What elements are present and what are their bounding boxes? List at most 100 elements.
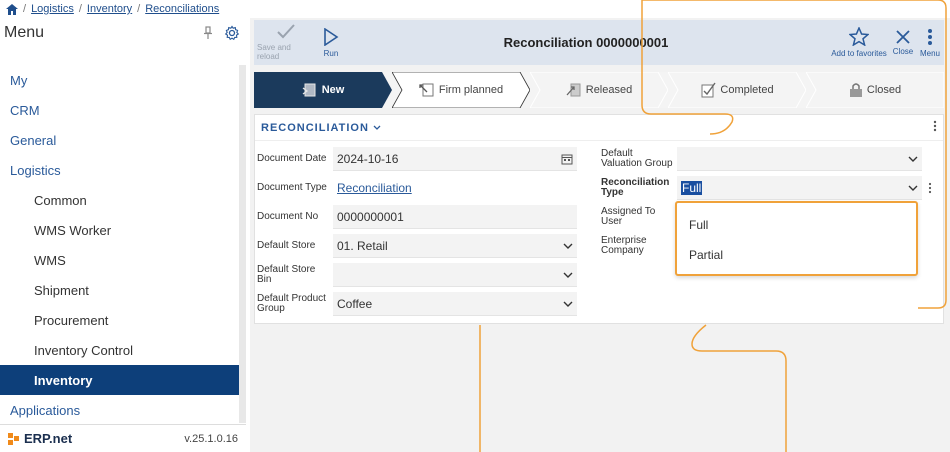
field-value: 0000000001 — [337, 209, 404, 224]
sidebar-item-crm[interactable]: CRM — [0, 95, 239, 125]
breadcrumb-reconciliations[interactable]: Reconciliations — [145, 3, 219, 15]
field-label: Default Valuation Group — [601, 149, 673, 169]
run-button[interactable]: Run — [318, 20, 344, 65]
add-to-favorites-button[interactable]: Add to favorites — [828, 20, 890, 65]
field-label-line2: Bin — [257, 274, 272, 285]
step-firm-planned[interactable]: Firm planned — [392, 72, 530, 108]
document-date-input[interactable]: 2024-10-16 — [333, 147, 577, 171]
menu-header: Menu — [0, 18, 246, 48]
step-label: Closed — [866, 84, 902, 96]
reconciliation-type-field: Reconciliation Type Full — [601, 176, 936, 200]
field-label: Default Store Bin — [257, 265, 315, 285]
field-label: Reconciliation Type — [601, 178, 669, 198]
sidebar-item-inventory-control[interactable]: Inventory Control — [0, 335, 239, 365]
field-label: Document Date — [257, 153, 327, 164]
default-store-bin-select[interactable] — [333, 263, 577, 287]
menu-title: Menu — [4, 24, 45, 41]
gear-icon[interactable] — [222, 23, 242, 43]
menu-button[interactable]: Menu — [916, 20, 944, 65]
logo-text: ERP.net — [24, 431, 73, 446]
sidebar-item-logistics[interactable]: Logistics — [0, 155, 239, 185]
enterprise-company-field: Enterprise Company — [601, 234, 681, 258]
sidebar-item-inventory[interactable]: Inventory — [0, 365, 239, 395]
panel-header[interactable]: RECONCILIATION — [255, 115, 943, 141]
sidebar-scrollbar[interactable] — [239, 65, 246, 423]
field-value: 2024-10-16 — [337, 151, 399, 166]
chevron-down-icon — [908, 185, 918, 191]
close-button[interactable]: Close — [890, 20, 916, 65]
field-value: Reconciliation — [337, 181, 412, 195]
default-valuation-group-field: Default Valuation Group — [601, 147, 922, 171]
erp-logo: ERP.net — [8, 431, 72, 446]
sidebar-item-my[interactable]: My — [0, 65, 239, 95]
chevron-down-icon[interactable] — [373, 122, 381, 134]
field-value: Full — [681, 180, 703, 195]
firm-planned-icon — [419, 83, 434, 97]
sidebar-footer: ERP.net v.25.1.0.16 — [0, 424, 246, 452]
default-store-bin-field: Default Store Bin — [257, 263, 577, 287]
vertical-dots-icon — [928, 28, 932, 45]
breadcrumb-logistics[interactable]: Logistics — [31, 3, 74, 15]
reconciliation-type-dropdown: Full Partial — [675, 201, 918, 276]
sidebar-item-procurement[interactable]: Procurement — [0, 305, 239, 335]
field-label-line2: Group — [257, 303, 285, 314]
default-store-field: Default Store 01. Retail — [257, 234, 577, 258]
step-released[interactable]: Released — [530, 72, 668, 108]
lock-icon — [849, 83, 862, 97]
document-type-link[interactable]: Reconciliation — [333, 176, 577, 200]
favorites-label: Add to favorites — [831, 49, 887, 58]
sidebar-item-common[interactable]: Common — [0, 185, 239, 215]
panel-menu-icon[interactable] — [933, 120, 937, 135]
breadcrumb-inventory[interactable]: Inventory — [87, 3, 132, 15]
step-label: New — [321, 84, 345, 96]
field-label: Assigned To User — [601, 207, 655, 227]
close-icon — [896, 29, 910, 44]
panel-title: RECONCILIATION — [261, 121, 369, 134]
document-no-input[interactable]: 0000000001 — [333, 205, 577, 229]
sidebar-item-wms[interactable]: WMS — [0, 245, 239, 275]
breadcrumb-separator: / — [78, 3, 82, 15]
sidebar-item-wms-worker[interactable]: WMS Worker — [0, 215, 239, 245]
field-value: 01. Retail — [337, 238, 388, 253]
field-label-line2: User — [601, 216, 623, 227]
sidebar-item-applications[interactable]: Applications — [0, 395, 239, 425]
field-label: Document Type — [257, 182, 327, 193]
step-label: Firm planned — [438, 84, 504, 96]
page-title: Reconciliation 0000000001 — [503, 35, 669, 50]
completed-icon — [701, 82, 716, 98]
default-product-group-field: Default Product Group Coffee — [257, 292, 577, 316]
field-label-line2: Type — [601, 187, 624, 198]
field-label-line2: Valuation Group — [601, 158, 673, 169]
field-menu-icon[interactable] — [928, 182, 932, 194]
step-completed[interactable]: Completed — [668, 72, 806, 108]
step-new[interactable]: New — [254, 72, 392, 108]
version-label: v.25.1.0.16 — [184, 432, 238, 445]
save-reload-button[interactable]: Save and reload — [254, 20, 318, 65]
field-label: Document No — [257, 211, 319, 222]
default-valuation-group-select[interactable] — [677, 147, 922, 171]
default-store-select[interactable]: 01. Retail — [333, 234, 577, 258]
pin-icon[interactable] — [198, 23, 218, 43]
dropdown-option-full[interactable]: Full — [677, 210, 916, 240]
document-date-field: Document Date 2024-10-16 — [257, 147, 577, 171]
document-type-field: Document Type Reconciliation — [257, 176, 577, 200]
toolbar: Save and reload Run Reconciliation 00000… — [254, 20, 944, 65]
calendar-icon[interactable] — [561, 153, 573, 165]
step-label: Released — [585, 84, 633, 96]
breadcrumb: / Logistics / Inventory / Reconciliation… — [0, 0, 250, 18]
field-label-line2: Company — [601, 245, 644, 256]
field-label: Default Product Group — [257, 294, 326, 314]
sidebar-item-general[interactable]: General — [0, 125, 239, 155]
star-icon — [849, 27, 869, 46]
new-document-icon — [302, 83, 316, 97]
sidebar-item-shipment[interactable]: Shipment — [0, 275, 239, 305]
default-product-group-select[interactable]: Coffee — [333, 292, 577, 316]
step-closed[interactable]: Closed — [806, 72, 944, 108]
home-icon[interactable] — [6, 3, 18, 15]
menu-label: Menu — [919, 48, 940, 58]
sidebar: Menu My CRM General Logistics Common WMS… — [0, 18, 246, 452]
dropdown-option-partial[interactable]: Partial — [677, 240, 916, 270]
field-label: Default Store — [257, 240, 316, 251]
step-label: Completed — [720, 84, 774, 96]
reconciliation-type-select[interactable]: Full — [677, 176, 922, 200]
